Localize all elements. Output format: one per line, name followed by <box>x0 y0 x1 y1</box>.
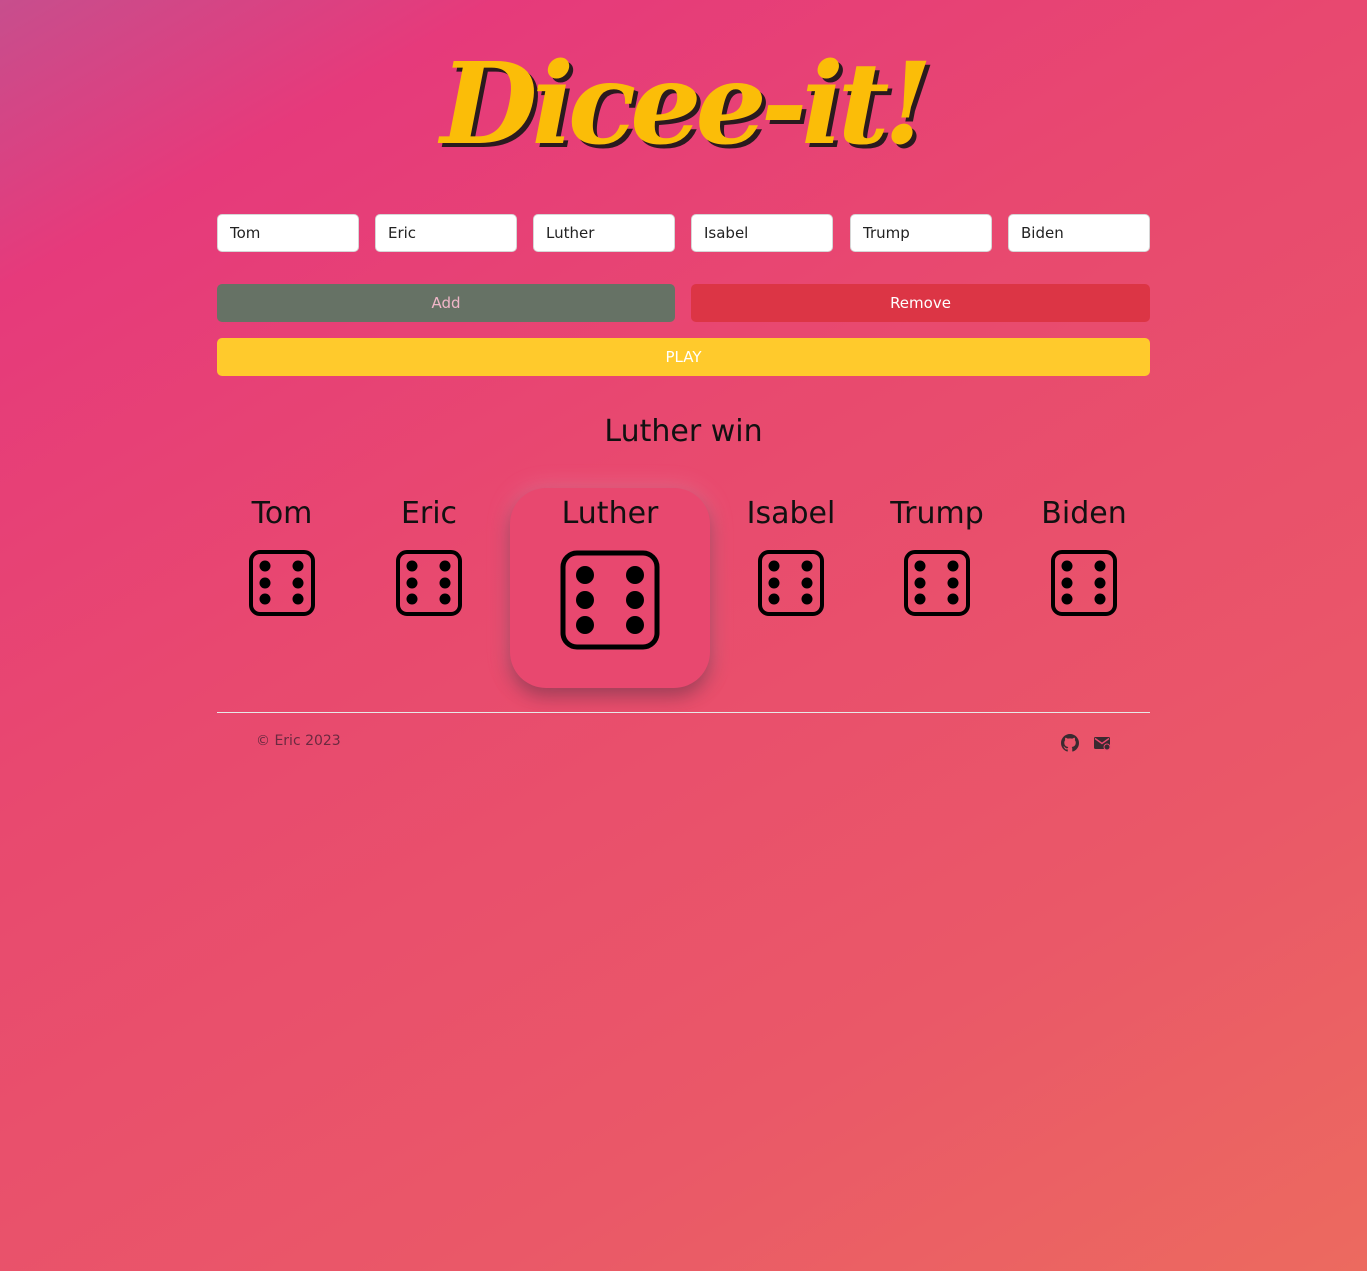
result-text: Luther win <box>604 414 763 449</box>
player-input-5[interactable] <box>850 214 992 252</box>
player-name: Isabel <box>746 496 836 531</box>
player-card: Trump <box>867 494 1007 616</box>
player-card: Eric <box>359 494 499 616</box>
player-name: Eric <box>400 496 458 531</box>
dice-six-icon <box>249 550 315 616</box>
app-title: Dicee-it! <box>440 39 932 170</box>
player-name: Biden <box>1041 496 1127 531</box>
player-input-2[interactable] <box>375 214 517 252</box>
winner-player-card: Luther <box>510 488 710 688</box>
dice-six-icon <box>758 550 824 616</box>
player-input-1[interactable] <box>217 214 359 252</box>
mail-icon[interactable] <box>1093 734 1111 752</box>
dice-six-icon <box>1051 550 1117 616</box>
player-card: Biden <box>1014 494 1154 616</box>
dice-six-icon <box>904 550 970 616</box>
play-button[interactable]: PLAY <box>217 338 1150 376</box>
dice-six-icon <box>396 550 462 616</box>
player-card: Tom <box>212 494 352 616</box>
player-name: Luther <box>561 496 659 531</box>
dice-six-icon <box>560 550 660 650</box>
player-input-3[interactable] <box>533 214 675 252</box>
player-name: Trump <box>890 496 984 531</box>
player-name: Tom <box>251 496 313 531</box>
player-card: Isabel <box>721 494 861 616</box>
github-icon[interactable] <box>1061 734 1079 752</box>
add-button[interactable]: Add <box>217 284 675 322</box>
player-input-4[interactable] <box>691 214 833 252</box>
player-inputs <box>217 214 1150 252</box>
copyright-text: © Eric 2023 <box>256 733 341 749</box>
footer-divider <box>217 712 1150 713</box>
remove-button[interactable]: Remove <box>691 284 1150 322</box>
player-input-6[interactable] <box>1008 214 1150 252</box>
